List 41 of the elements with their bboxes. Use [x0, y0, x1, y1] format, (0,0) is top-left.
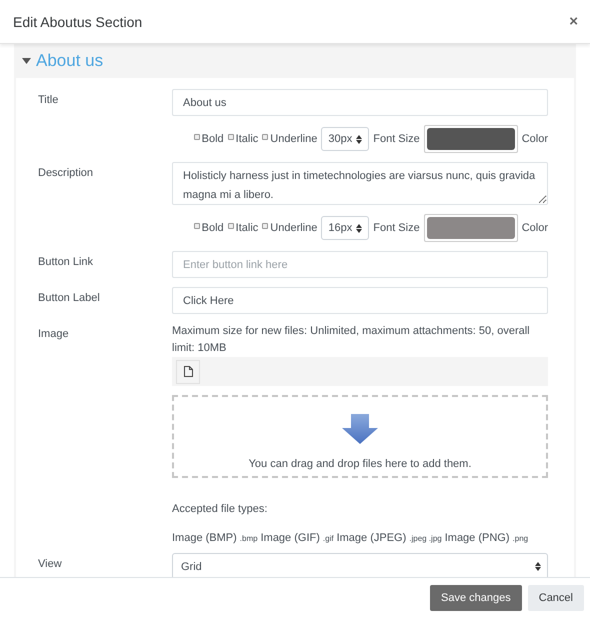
field-label: Button Label	[38, 291, 101, 306]
file-limits-text: Maximum size for new files: Unlimited, maximum attachments: 50, overall limit: 10MB	[172, 324, 531, 356]
view-select[interactable]: Grid	[172, 553, 548, 577]
format-checkbox[interactable]: Underline	[262, 133, 318, 145]
font-size-select[interactable]: 30px	[321, 127, 370, 151]
accepted-types-text: Image (BMP) .bmp Image (GIF) .gif Image (JPEG) .jpeg .jpg Image (PNG) .png	[172, 532, 530, 544]
font-size-select[interactable]: 16px	[321, 216, 370, 240]
format-checkbox[interactable]: Italic	[228, 133, 258, 145]
color-label: Color	[522, 133, 548, 145]
font-size-label: Font Size	[373, 222, 420, 234]
color-picker[interactable]	[424, 125, 518, 153]
caret-icon	[22, 58, 31, 64]
drop-zone[interactable]: You can drag and drop files here to add them.	[172, 395, 548, 478]
close-button[interactable]: ×	[567, 13, 580, 30]
file-icon	[184, 366, 192, 377]
text-field[interactable]: About us	[172, 89, 548, 116]
color-picker[interactable]	[424, 214, 518, 242]
field-label: View	[38, 557, 63, 572]
format-checkbox[interactable]: Bold	[194, 222, 224, 234]
field-label: Button Link	[38, 255, 94, 270]
field-label: Title	[38, 93, 60, 108]
font-size-label: Font Size	[373, 133, 420, 145]
sort-icon	[356, 134, 362, 144]
format-checkbox[interactable]: Underline	[262, 222, 318, 234]
add-file-button[interactable]	[176, 360, 200, 384]
accepted-types-label: Accepted file types:	[172, 502, 268, 517]
arrow-down-icon	[341, 414, 379, 444]
description-field[interactable]: Holisticly harness just in timetechnologies are viarsus nunc, quis gravida magna mi a libero.	[172, 162, 548, 205]
color-label: Color	[522, 222, 548, 234]
text-field[interactable]: Click Here	[172, 287, 548, 314]
sort-icon	[356, 224, 362, 232]
field-label: Image	[38, 327, 70, 342]
window-title: Edit Aboutus Section	[13, 14, 142, 30]
drop-hint: You can drag and drop files here to add them.	[248, 457, 472, 472]
sort-icon	[535, 562, 541, 571]
field-label: Description	[38, 166, 94, 181]
format-checkbox[interactable]: Bold	[194, 133, 224, 145]
cancel-button[interactable]: Cancel	[528, 584, 584, 610]
format-checkbox[interactable]: Italic	[228, 222, 258, 234]
save-button[interactable]: Save changes	[430, 584, 522, 610]
text-field[interactable]: Enter button link here	[172, 251, 548, 278]
